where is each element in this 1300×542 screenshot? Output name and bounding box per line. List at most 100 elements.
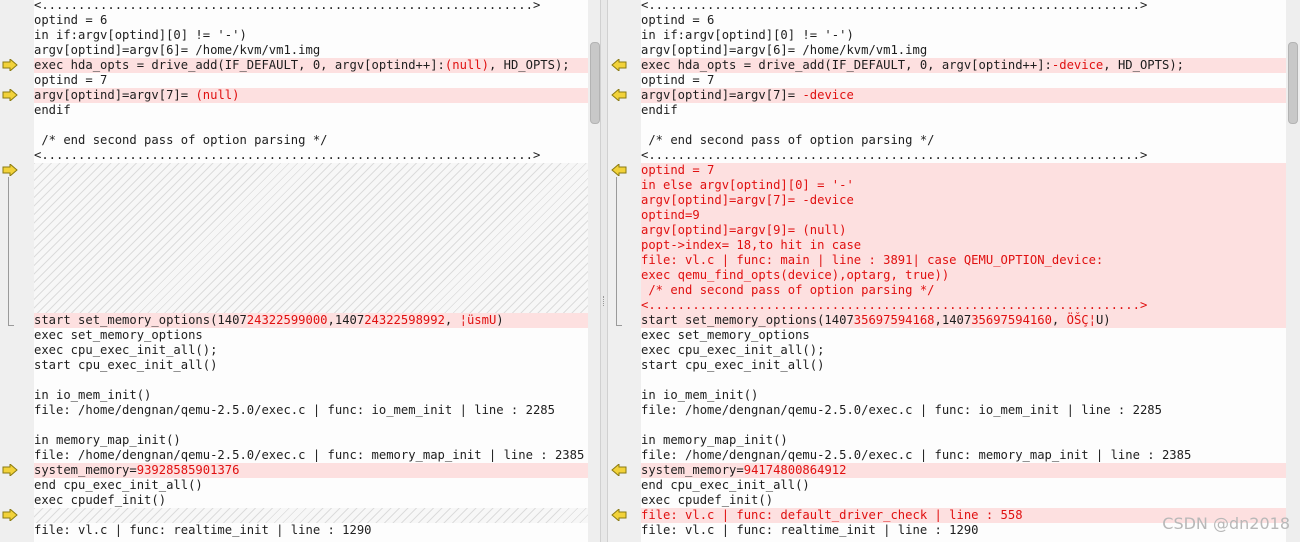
code-line: optind = 6 [34,13,588,28]
code-line: optind = 7 [641,73,1286,88]
code-line: endif [641,103,1286,118]
line-text: argv[optind]=argv[6]= /home/kvm/vm1.img [34,43,321,57]
line-text: , [1051,313,1067,327]
changed-line: start set_memory_options(140724322599000… [34,313,588,328]
line-text: exec cpudef_init() [641,493,774,507]
copy-left-arrow-icon[interactable] [611,87,627,103]
line-text: argv[optind]=argv[7]= [34,88,196,102]
line-text: 24322599000 [246,313,328,327]
line-text: in else argv[optind][0] = '-' [641,178,854,192]
line-text: start cpu_exec_init_all() [641,358,825,372]
changed-line: argv[optind]=argv[7]= (null) [34,88,588,103]
code-line: in io_mem_init() [641,388,1286,403]
code-line: <.......................................… [34,148,588,163]
line-text: file: /home/dengnan/qemu-2.5.0/exec.c | … [34,403,555,417]
code-line: in if:argv[optind][0] != '-') [34,28,588,43]
changed-line: system_memory=94174800864912 [641,463,1286,478]
line-text: exec cpu_exec_init_all(); [34,343,218,357]
line-text: start cpu_exec_init_all() [34,358,218,372]
filler-block [34,508,588,523]
right-scrollbar-thumb[interactable] [1288,42,1298,124]
changed-line: in else argv[optind][0] = '-' [641,178,1286,193]
changed-line: argv[optind]=argv[9]= (null) [641,223,1286,238]
line-text: exec hda_opts = drive_add(IF_DEFAULT, 0,… [34,58,445,72]
copy-right-arrow-icon[interactable] [2,87,18,103]
line-text: -device [802,88,854,102]
changed-line: <.......................................… [641,298,1286,313]
left-scrollbar-thumb[interactable] [590,42,600,124]
line-text: , [444,313,460,327]
line-text: in if:argv[optind][0] != '-') [641,28,854,42]
line-text: <.......................................… [641,0,1148,12]
code-line: <.......................................… [641,0,1286,13]
code-line: argv[optind]=argv[6]= /home/kvm/vm1.img [641,43,1286,58]
left-gutter [0,0,34,542]
line-text: endif [641,103,678,117]
right-diff-pane: <.......................................… [608,0,1286,542]
code-line: optind = 6 [641,13,1286,28]
line-text: in io_mem_init() [641,388,759,402]
line-text: (null) [444,58,489,72]
code-line: in memory_map_init() [34,433,588,448]
line-text: ) [496,313,504,327]
line-text: optind = 7 [641,73,715,87]
copy-left-arrow-icon[interactable] [611,162,627,178]
divider-grip[interactable] [603,296,605,306]
copy-left-arrow-icon[interactable] [611,57,627,73]
line-text: exec qemu_find_opts(device),optarg, true… [641,268,950,282]
line-text: -device [1051,58,1104,72]
line-text: ¦üsmU [459,313,497,327]
left-text-area[interactable]: <.......................................… [34,0,588,542]
line-text: 24322598992 [364,313,445,327]
line-text: file: vl.c | func: default_driver_check … [641,508,1023,522]
copy-right-arrow-icon[interactable] [2,462,18,478]
line-text: 35697594160 [971,313,1052,327]
right-text-area[interactable]: <.......................................… [641,0,1286,542]
line-text: file: vl.c | func: realtime_init | line … [641,523,979,537]
right-scrollbar[interactable] [1286,0,1300,542]
line-text: /* end second pass of option parsing */ [34,133,328,147]
left-scrollbar[interactable] [588,0,600,542]
copy-left-arrow-icon[interactable] [611,462,627,478]
line-text: argv[optind]=argv[7]= [641,88,803,102]
left-diff-pane: <.......................................… [0,0,588,542]
line-text: endif [34,103,71,117]
copy-left-arrow-icon[interactable] [611,507,627,523]
line-text: in memory_map_init() [641,433,788,447]
line-text: exec cpudef_init() [34,493,167,507]
changed-line: optind = 7 [641,163,1286,178]
changed-line: popt->index= 18,to hit in case [641,238,1286,253]
line-text: argv[optind]=argv[6]= /home/kvm/vm1.img [641,43,928,57]
line-text: file: vl.c | func: realtime_init | line … [34,523,372,537]
pane-divider[interactable] [600,0,608,542]
line-text: exec cpu_exec_init_all(); [641,343,825,357]
line-text: ,1407 [934,313,972,327]
line-text: start set_memory_options(1407 [641,313,854,327]
code-line: file: /home/dengnan/qemu-2.5.0/exec.c | … [34,448,588,463]
line-text: optind=9 [641,208,700,222]
line-text: 35697594168 [853,313,935,327]
filler-block [34,163,588,313]
line-text: <.......................................… [641,148,1148,162]
code-line: exec set_memory_options [641,328,1286,343]
line-text: file: /home/dengnan/qemu-2.5.0/exec.c | … [641,448,1192,462]
code-line: file: /home/dengnan/qemu-2.5.0/exec.c | … [641,403,1286,418]
line-text: system_memory= [641,463,744,477]
code-line: exec cpudef_init() [641,493,1286,508]
code-line: exec cpu_exec_init_all(); [34,343,588,358]
changed-line: exec hda_opts = drive_add(IF_DEFAULT, 0,… [34,58,588,73]
code-line: exec cpu_exec_init_all(); [641,343,1286,358]
code-line: end cpu_exec_init_all() [34,478,588,493]
copy-right-arrow-icon[interactable] [2,507,18,523]
line-text: <.......................................… [34,148,541,162]
line-text: optind = 6 [34,13,108,27]
code-line: <.......................................… [641,148,1286,163]
copy-right-arrow-icon[interactable] [2,57,18,73]
copy-right-arrow-icon[interactable] [2,162,18,178]
line-text: , HD_OPTS); [488,58,570,72]
line-text: exec set_memory_options [34,328,203,342]
